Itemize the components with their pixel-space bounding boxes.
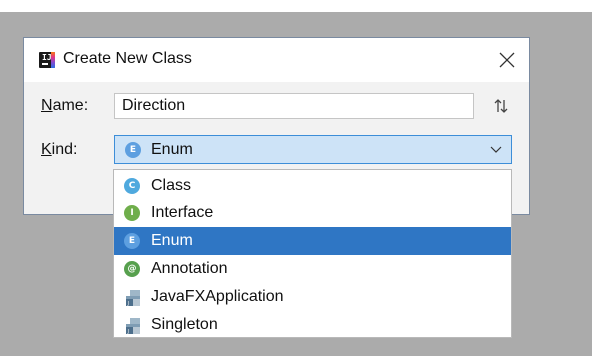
chevron-down-icon[interactable] <box>489 144 503 156</box>
annotation-icon: @ <box>124 261 140 277</box>
svg-text:J: J <box>127 329 129 335</box>
interface-icon: I <box>124 205 140 221</box>
background-text-fragment <box>262 0 342 10</box>
dropdown-item-label: Class <box>151 177 192 194</box>
kind-dropdown-list: C Class I Interface E Enum @ Annotation … <box>113 169 512 338</box>
dropdown-item-enum[interactable]: E Enum <box>114 227 511 255</box>
name-input[interactable]: Direction <box>114 93 474 119</box>
dropdown-item-javafxapplication[interactable]: J JavaFXApplication <box>114 283 511 311</box>
dropdown-item-interface[interactable]: I Interface <box>114 199 511 227</box>
kind-selected-value: Enum <box>151 141 193 158</box>
name-label: Name: <box>41 97 89 114</box>
enum-icon: E <box>124 233 140 249</box>
dropdown-item-class[interactable]: C Class <box>114 172 511 200</box>
dropdown-item-singleton[interactable]: J Singleton <box>114 311 511 339</box>
dropdown-item-annotation[interactable]: @ Annotation <box>114 255 511 283</box>
dropdown-item-label: Interface <box>151 204 214 221</box>
kind-label: Kind: <box>41 141 78 158</box>
dropdown-item-label: Singleton <box>151 316 218 333</box>
kind-combobox[interactable]: E Enum <box>114 135 512 164</box>
close-icon[interactable] <box>495 48 519 72</box>
intellij-app-icon: IJ <box>39 52 55 68</box>
dropdown-item-label: Annotation <box>151 260 228 277</box>
svg-text:J: J <box>127 301 129 307</box>
javafx-file-icon: J <box>126 290 140 307</box>
sort-order-icon[interactable] <box>490 95 512 117</box>
dropdown-item-label: JavaFXApplication <box>151 288 284 305</box>
enum-icon: E <box>125 142 141 158</box>
background-window-strip <box>0 0 592 12</box>
dialog-titlebar: IJ Create New Class <box>24 38 529 82</box>
dialog-title: Create New Class <box>63 50 192 67</box>
class-icon: C <box>124 178 140 194</box>
singleton-file-icon: J <box>126 318 140 335</box>
dropdown-item-label: Enum <box>151 232 193 249</box>
